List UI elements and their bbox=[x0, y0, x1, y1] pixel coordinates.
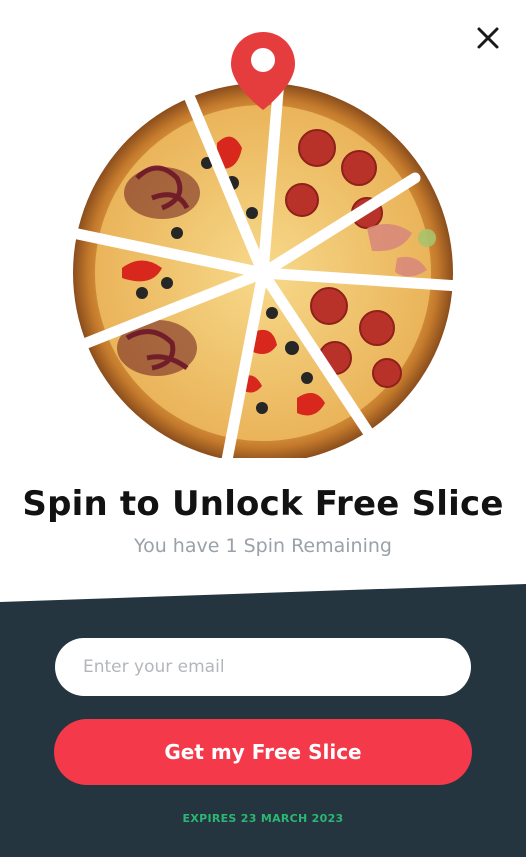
expiry-text: EXPIRES 23 MARCH 2023 bbox=[182, 812, 344, 825]
get-free-slice-button[interactable]: Get my Free Slice bbox=[54, 719, 472, 785]
spin-popup: Spin to Unlock Free Slice You have 1 Spi… bbox=[0, 0, 526, 857]
wheel-center bbox=[253, 263, 273, 283]
email-input[interactable] bbox=[55, 638, 471, 696]
pizza-wheel[interactable] bbox=[67, 28, 461, 458]
close-icon[interactable] bbox=[470, 20, 506, 56]
popup-title: Spin to Unlock Free Slice bbox=[22, 484, 504, 524]
popup-subtitle: You have 1 Spin Remaining bbox=[134, 535, 392, 557]
